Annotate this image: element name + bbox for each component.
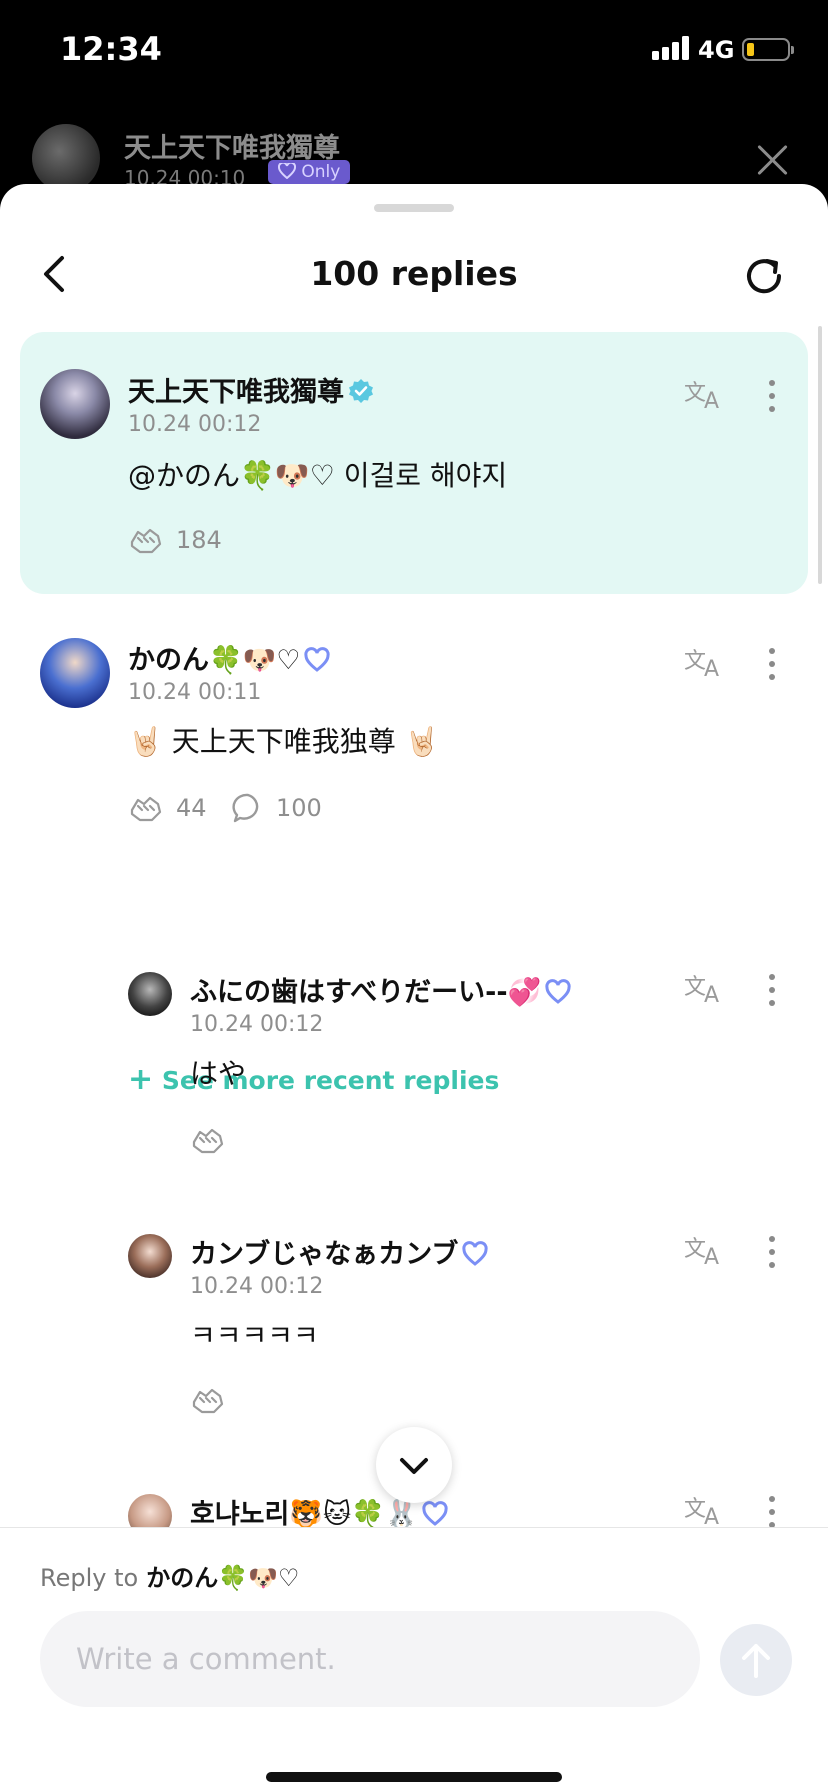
comment-composer: Reply to かのん🍀🐶♡ xyxy=(0,1527,828,1792)
close-icon[interactable] xyxy=(752,140,792,180)
comment-text: @かのん🍀🐶♡ 이걸로 해야지 xyxy=(128,459,508,492)
only-badge-label: Only xyxy=(301,162,341,182)
reply-text: ㅋㅋㅋㅋㅋ xyxy=(190,1319,319,1352)
translate-icon[interactable]: 文A xyxy=(684,1492,726,1528)
cheer-icon xyxy=(130,528,162,554)
cheer-button[interactable]: 44 xyxy=(128,792,207,824)
svg-text:文: 文 xyxy=(684,1497,706,1522)
reply-author[interactable]: ふにの歯はすべりだーい--💞 xyxy=(190,970,571,1009)
heart-badge-icon xyxy=(304,647,331,672)
reply-text: はや xyxy=(190,1057,247,1090)
heart-badge-icon xyxy=(462,1241,488,1266)
heart-badge-icon xyxy=(422,1501,448,1526)
svg-text:文: 文 xyxy=(684,975,706,1000)
svg-text:文: 文 xyxy=(684,381,706,406)
cheer-icon xyxy=(192,1388,224,1414)
comment-author-name: 天上天下唯我獨尊 xyxy=(128,377,344,408)
more-vertical-icon[interactable] xyxy=(762,378,782,414)
avatar[interactable] xyxy=(40,369,110,439)
cheer-button[interactable] xyxy=(190,1124,226,1156)
svg-text:A: A xyxy=(704,1505,719,1528)
reply-to-name: かのん🍀🐶♡ xyxy=(146,1564,300,1592)
sheet-grabber[interactable] xyxy=(374,204,454,212)
more-vertical-icon[interactable] xyxy=(762,1494,782,1530)
post-header: 天上天下唯我獨尊 10.24 00:10 Only xyxy=(0,110,828,192)
replies-sheet: 100 replies 天上天下唯我獨尊 10.24 00:12 @かのん🍀🐶♡… xyxy=(0,184,828,1792)
reply-author-name: カンブじゃなぁカンブ xyxy=(190,1239,459,1270)
cheer-icon xyxy=(130,796,162,822)
more-vertical-icon[interactable] xyxy=(762,972,782,1008)
reply-author-name: 호냐노리🐯🐱🍀🐰 xyxy=(190,1499,419,1530)
avatar[interactable] xyxy=(40,638,110,708)
more-vertical-icon[interactable] xyxy=(762,1234,782,1270)
status-bar: 12:34 4G xyxy=(0,0,828,100)
cheer-count: 44 xyxy=(176,794,207,822)
comment-author[interactable]: 天上天下唯我獨尊 xyxy=(128,370,374,409)
cheer-button[interactable] xyxy=(190,1384,226,1416)
reply-date: 10.24 00:12 xyxy=(190,1012,324,1037)
svg-text:文: 文 xyxy=(684,649,706,674)
reply-count: 100 xyxy=(276,794,322,822)
only-badge: Only xyxy=(268,160,351,184)
reply-author[interactable]: カンブじゃなぁカンブ xyxy=(190,1232,488,1271)
chevron-down-icon xyxy=(400,1458,428,1474)
cheer-count: 184 xyxy=(176,526,222,554)
avatar[interactable] xyxy=(128,1234,172,1278)
reply-count-button[interactable]: 100 xyxy=(232,792,322,824)
comment-author-name: かのん🍀🐶♡ xyxy=(128,645,301,676)
refresh-icon[interactable] xyxy=(742,254,786,298)
post-author-avatar[interactable] xyxy=(32,124,100,192)
send-button[interactable] xyxy=(720,1624,792,1696)
plus-icon: + xyxy=(128,1062,154,1097)
status-time: 12:34 xyxy=(60,30,162,68)
home-indicator xyxy=(266,1772,562,1782)
cheer-button[interactable]: 184 xyxy=(128,524,222,556)
cheer-icon xyxy=(192,1128,224,1154)
arrow-up-icon xyxy=(742,1644,770,1678)
comment-bubble-icon xyxy=(232,793,259,823)
reply-date: 10.24 00:12 xyxy=(190,1274,324,1299)
comment-date: 10.24 00:11 xyxy=(128,680,262,705)
scroll-to-bottom-button[interactable] xyxy=(376,1427,452,1503)
heart-icon xyxy=(277,161,297,180)
comment-author[interactable]: かのん🍀🐶♡ xyxy=(128,638,331,677)
svg-text:A: A xyxy=(704,657,719,680)
signal-icon xyxy=(652,36,692,60)
more-vertical-icon[interactable] xyxy=(762,646,782,682)
scrollbar[interactable] xyxy=(818,326,822,584)
svg-text:文: 文 xyxy=(684,1237,706,1262)
translate-icon[interactable]: 文A xyxy=(684,644,726,680)
comment-input[interactable] xyxy=(40,1611,700,1707)
avatar[interactable] xyxy=(128,972,172,1016)
svg-text:A: A xyxy=(704,389,719,412)
network-label: 4G xyxy=(698,36,735,64)
reply-to-label: Reply to xyxy=(40,1564,139,1592)
svg-text:A: A xyxy=(704,1245,719,1268)
comment-text: 🤘🏻 天上天下唯我独尊 🤘🏻 xyxy=(128,725,440,758)
translate-icon[interactable]: 文A xyxy=(684,376,726,412)
translate-icon[interactable]: 文A xyxy=(684,1232,726,1268)
sheet-title: 100 replies xyxy=(310,254,518,293)
reply-to-indicator: Reply to かのん🍀🐶♡ xyxy=(40,1558,299,1593)
battery-icon xyxy=(742,38,794,61)
verified-icon xyxy=(349,379,373,403)
reply-author-name: ふにの歯はすべりだーい--💞 xyxy=(190,977,542,1008)
svg-text:A: A xyxy=(704,983,719,1006)
translate-icon[interactable]: 文A xyxy=(684,970,726,1006)
see-more-replies-button[interactable]: + See more recent replies xyxy=(128,1062,499,1097)
comment-date: 10.24 00:12 xyxy=(128,412,262,437)
heart-badge-icon xyxy=(545,979,571,1004)
